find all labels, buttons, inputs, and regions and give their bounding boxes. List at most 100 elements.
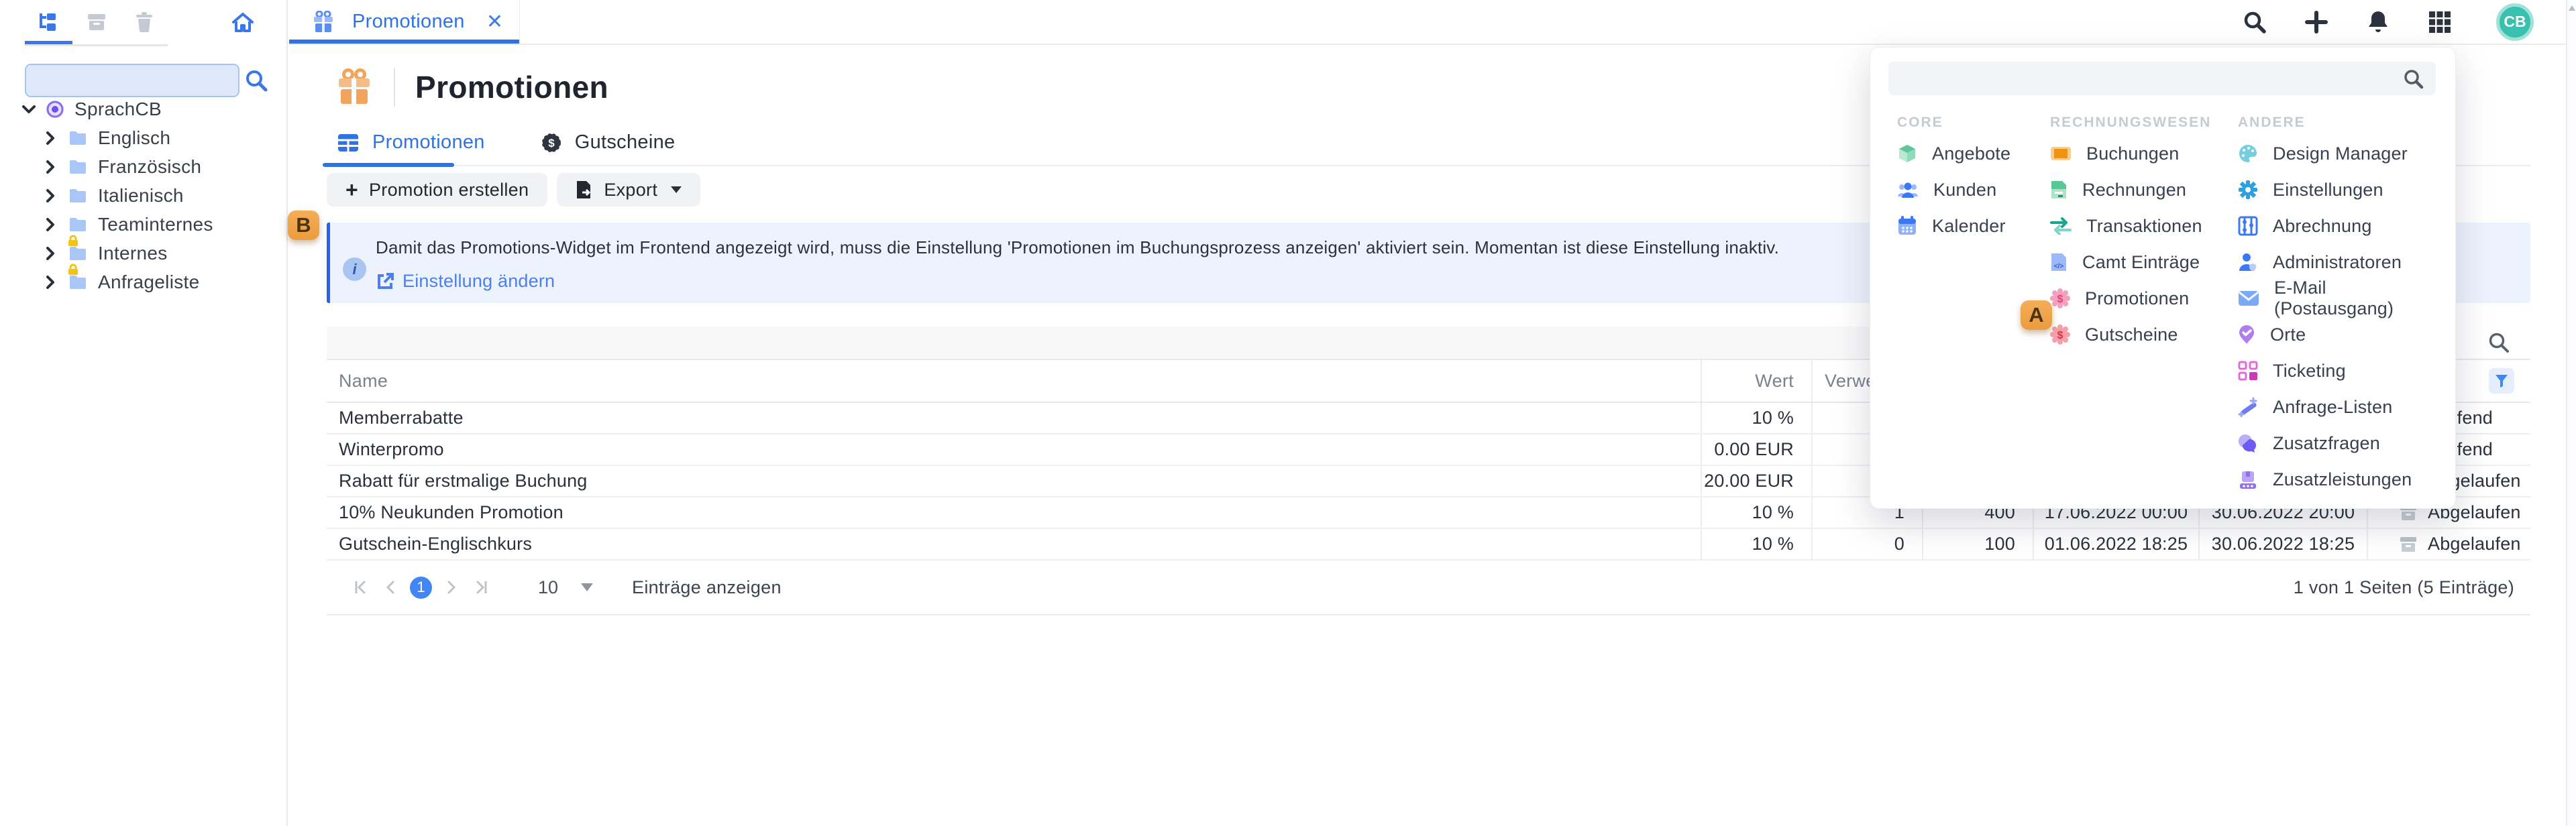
create-promotion-button[interactable]: + Promotion erstellen — [327, 173, 547, 206]
launcher-item-kalender[interactable]: Kalender — [1897, 208, 2049, 244]
folder-lock-icon — [68, 274, 98, 290]
page-scrollbar[interactable] — [2566, 0, 2576, 826]
tree-node[interactable]: Teaminternes — [0, 210, 286, 239]
launcher-item-anfrage-listen[interactable]: Anfrage-Listen — [2238, 389, 2439, 425]
plus-icon: + — [345, 179, 358, 200]
launcher-item-promotionen[interactable]: $ Promotionen — [2050, 280, 2238, 316]
package-icon — [2238, 469, 2258, 489]
sidebar-search-input[interactable] — [25, 64, 239, 97]
cell-wert: 0.00 EUR — [1701, 434, 1812, 465]
sidebar-home-button[interactable] — [231, 12, 254, 34]
launcher-item-label: Zusatzfragen — [2273, 433, 2380, 454]
plus-icon[interactable] — [2303, 9, 2330, 36]
tree-node-root[interactable]: SprachCB — [0, 95, 286, 123]
column-header-wert[interactable]: Wert — [1701, 360, 1812, 402]
launcher-section-andere: ANDERE Design Manager Einstellungen Abre… — [2238, 115, 2439, 497]
close-icon[interactable]: ✕ — [486, 12, 503, 32]
search-icon[interactable] — [244, 68, 268, 93]
launcher-item-einstellungen[interactable]: Einstellungen — [2238, 172, 2439, 208]
launcher-item-rechnungen[interactable]: Rechnungen — [2050, 172, 2238, 208]
filter-button[interactable] — [2489, 368, 2514, 394]
launcher-search-input[interactable] — [1888, 62, 2436, 95]
launcher-item-design-manager[interactable]: Design Manager — [2238, 135, 2439, 172]
avatar[interactable]: CB — [2496, 3, 2534, 41]
document-tab-promotionen[interactable]: Promotionen ✕ — [289, 0, 520, 44]
first-page-icon[interactable] — [347, 579, 376, 595]
tab-gutscheine[interactable]: $ Gutscheine — [541, 131, 676, 154]
launcher-item-label: Administratoren — [2273, 252, 2402, 273]
current-page-button[interactable]: 1 — [410, 577, 432, 599]
chevron-right-icon[interactable] — [46, 276, 68, 289]
gift-icon — [336, 68, 372, 106]
launcher-item-camt-eintraege[interactable]: </> Camt Einträge — [2050, 244, 2238, 280]
home-icon — [231, 12, 254, 34]
launcher-item-label: Orte — [2270, 324, 2306, 345]
bell-icon[interactable] — [2365, 9, 2392, 36]
launcher-item-email-postausgang[interactable]: E-Mail (Postausgang) — [2238, 280, 2439, 316]
sidebar-tab-tree[interactable] — [25, 0, 72, 44]
sidebar-tab-archive[interactable] — [72, 0, 120, 44]
launcher-item-buchungen[interactable]: Buchungen — [2050, 135, 2238, 172]
launcher-item-abrechnung[interactable]: Abrechnung — [2238, 208, 2439, 244]
tree-node[interactable]: Internes — [0, 239, 286, 268]
entries-label: Einträge anzeigen — [632, 577, 782, 598]
launcher-item-label: Camt Einträge — [2082, 252, 2200, 273]
export-file-icon — [576, 180, 593, 200]
chevron-right-icon[interactable] — [46, 131, 68, 145]
folder-icon — [68, 130, 98, 146]
export-button[interactable]: Export — [557, 173, 700, 206]
launcher-item-label: Design Manager — [2273, 143, 2408, 164]
search-icon[interactable] — [2241, 9, 2268, 36]
topbar: Promotionen ✕ CB — [289, 0, 2566, 45]
launcher-item-orte[interactable]: Orte — [2238, 316, 2439, 353]
scroll-up-icon[interactable] — [2569, 5, 2575, 11]
archive-icon — [87, 13, 107, 32]
chevron-down-icon[interactable] — [22, 105, 45, 114]
last-page-icon[interactable] — [466, 579, 495, 595]
launcher-item-zusatzleistungen[interactable]: Zusatzleistungen — [2238, 461, 2439, 497]
toolbar: + Promotion erstellen Export — [327, 173, 700, 206]
next-page-icon[interactable] — [436, 579, 466, 595]
page-size-select[interactable]: 10 — [538, 577, 593, 598]
column-header-name[interactable]: Name — [327, 360, 1701, 402]
divider — [394, 68, 395, 107]
table-row[interactable]: Gutschein-Englischkurs 10 % 0 100 01.06.… — [327, 528, 2530, 560]
chevron-right-icon[interactable] — [46, 160, 68, 174]
trash-icon — [136, 12, 153, 32]
tree-node[interactable]: Französisch — [0, 152, 286, 181]
launcher-item-kunden[interactable]: Kunden — [1897, 172, 2049, 208]
launcher-item-gutscheine[interactable]: $ Gutscheine — [2050, 316, 2238, 353]
tree-node[interactable]: Italienisch — [0, 181, 286, 210]
prev-page-icon[interactable] — [376, 579, 406, 595]
grid-apps-icon[interactable] — [2426, 9, 2453, 36]
sidebar-tab-trash[interactable] — [120, 0, 168, 44]
annotation-marker-a: A — [2021, 300, 2052, 330]
status-badge: Abgelaufen — [2428, 534, 2521, 554]
lock-icon — [67, 263, 79, 276]
tree-node[interactable]: Englisch — [0, 123, 286, 152]
cell-name: Rabatt für erstmalige Buchung — [327, 465, 1701, 497]
launcher-item-angebote[interactable]: Angebote — [1897, 135, 2049, 172]
launcher-item-ticketing[interactable]: Ticketing — [2238, 353, 2439, 389]
launcher-item-transaktionen[interactable]: Transaktionen — [2050, 208, 2238, 244]
change-setting-link[interactable]: Einstellung ändern — [376, 271, 555, 292]
tree-icon — [38, 12, 60, 32]
search-icon[interactable] — [2487, 331, 2510, 354]
cell-name: 10% Neukunden Promotion — [327, 497, 1701, 528]
page-size-value: 10 — [538, 577, 558, 598]
chevron-right-icon[interactable] — [46, 189, 68, 202]
launcher-item-label: Gutscheine — [2085, 324, 2178, 345]
ticket-icon — [2050, 145, 2072, 162]
users-icon — [1897, 180, 1919, 199]
chevron-right-icon[interactable] — [46, 218, 68, 231]
tab-promotionen[interactable]: Promotionen — [337, 131, 485, 154]
chevron-right-icon[interactable] — [46, 247, 68, 260]
cell-name: Gutschein-Englischkurs — [327, 528, 1701, 560]
search-icon[interactable] — [2403, 68, 2424, 90]
tree-node[interactable]: Anfrageliste — [0, 268, 286, 296]
launcher-item-administratoren[interactable]: Administratoren — [2238, 244, 2439, 280]
launcher-item-label: Transaktionen — [2086, 216, 2202, 237]
launcher-item-zusatzfragen[interactable]: Zusatzfragen — [2238, 425, 2439, 461]
folder-icon — [68, 188, 98, 204]
location-pin-icon — [2238, 324, 2255, 345]
